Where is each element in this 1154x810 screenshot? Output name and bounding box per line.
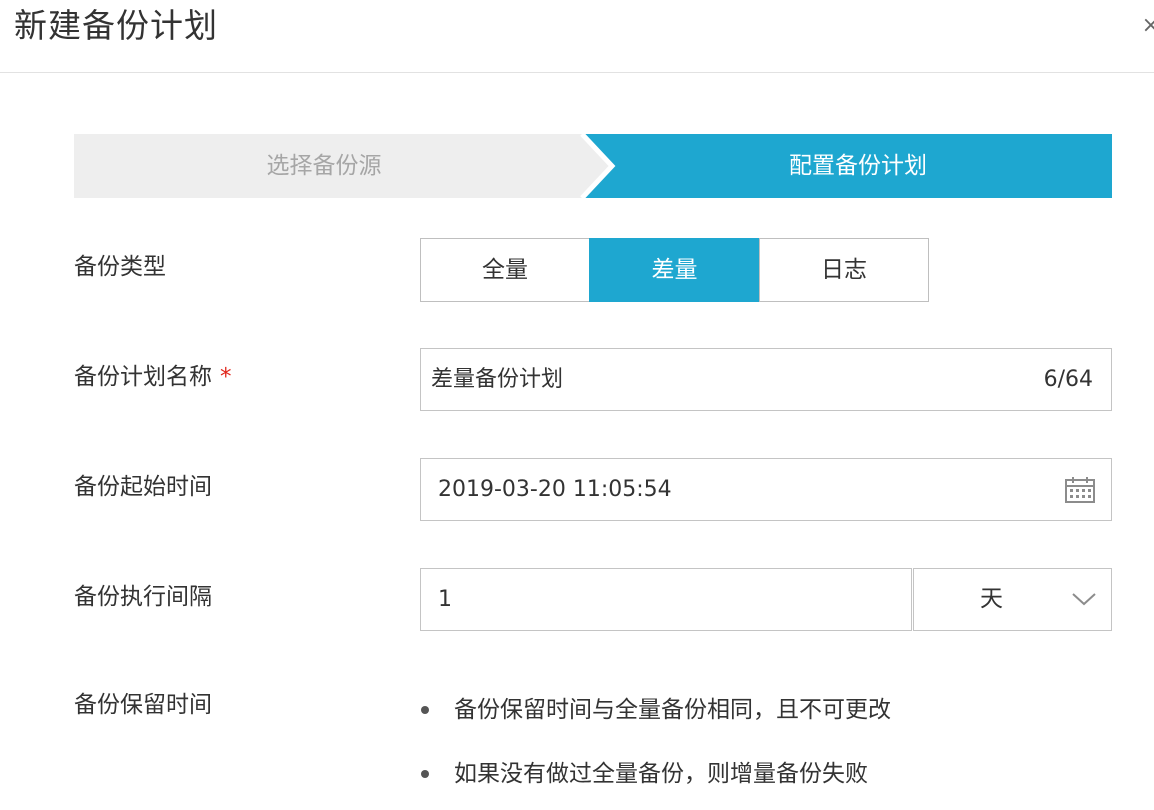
plan-name-input[interactable] — [431, 349, 991, 410]
step-configure-backup-plan[interactable]: 配置备份计划 — [604, 134, 1112, 198]
dialog-header: 新建备份计划 × — [0, 0, 1154, 73]
retention-label: 备份保留时间 — [74, 692, 212, 718]
plan-name-field[interactable]: 6/64 — [420, 348, 1112, 411]
interval-label: 备份执行间隔 — [74, 584, 212, 610]
retention-note-text: 备份保留时间与全量备份相同，且不可更改 — [454, 697, 891, 723]
start-time-input[interactable] — [438, 459, 998, 520]
plan-name-label-text: 备份计划名称 — [74, 364, 212, 390]
backup-type-segmented-control: 全量 差量 日志 — [420, 238, 929, 302]
backup-type-label: 备份类型 — [74, 254, 166, 280]
list-item: 备份保留时间与全量备份相同，且不可更改 — [420, 690, 891, 730]
bullet-icon — [421, 770, 429, 778]
plan-name-char-counter: 6/64 — [1043, 367, 1093, 392]
required-mark: * — [220, 364, 232, 390]
retention-note-text: 如果没有做过全量备份，则增量备份失败 — [454, 761, 868, 787]
interval-unit-select[interactable]: 天 — [913, 568, 1112, 631]
backup-type-full-option[interactable]: 全量 — [420, 238, 590, 302]
step-indicator: 选择备份源 配置备份计划 — [74, 134, 1112, 198]
bullet-icon — [421, 706, 429, 714]
calendar-icon[interactable] — [1065, 477, 1095, 507]
interval-field[interactable] — [420, 568, 912, 631]
step-select-backup-source[interactable]: 选择备份源 — [74, 134, 574, 198]
close-icon[interactable]: × — [1142, 14, 1154, 38]
dialog-title: 新建备份计划 — [14, 6, 218, 45]
interval-unit-value: 天 — [980, 586, 1003, 612]
backup-type-log-option[interactable]: 日志 — [759, 238, 929, 302]
list-item: 如果没有做过全量备份，则增量备份失败 — [420, 754, 891, 794]
backup-type-differential-option[interactable]: 差量 — [589, 238, 760, 302]
retention-notes-list: 备份保留时间与全量备份相同，且不可更改 如果没有做过全量备份，则增量备份失败 — [420, 690, 891, 794]
interval-input[interactable] — [438, 569, 888, 630]
start-time-field[interactable] — [420, 458, 1112, 521]
chevron-down-icon — [1071, 591, 1097, 611]
plan-name-label: 备份计划名称 * — [74, 362, 232, 392]
start-time-label: 备份起始时间 — [74, 474, 212, 500]
